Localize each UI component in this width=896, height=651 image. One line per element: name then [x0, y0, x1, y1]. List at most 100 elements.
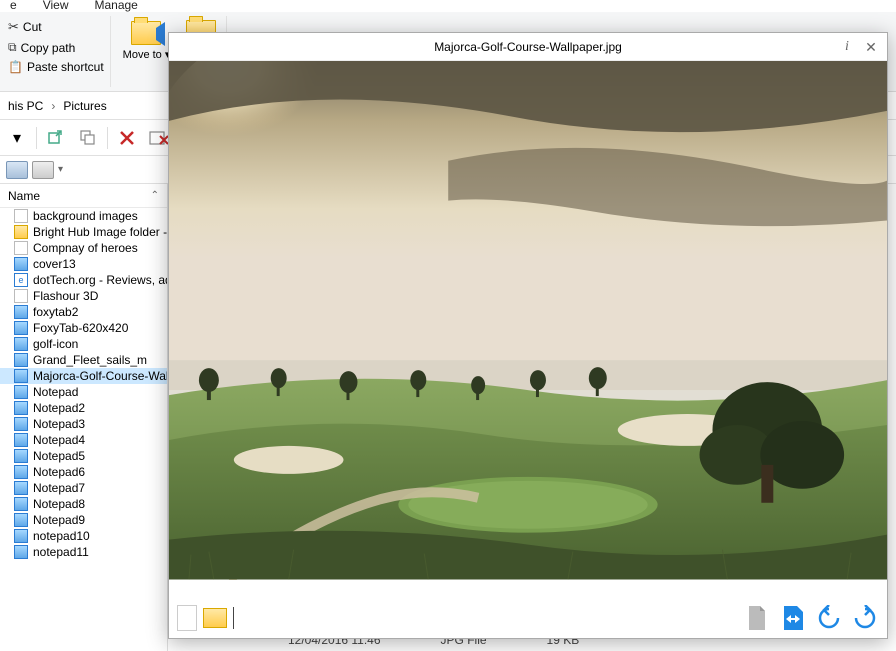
file-name: Notepad5	[33, 449, 85, 463]
file-row[interactable]: Notepad3	[0, 416, 167, 432]
file-row[interactable]: Compnay of heroes	[0, 240, 167, 256]
sort-chevron-icon: ⌃	[151, 190, 159, 201]
file-row[interactable]: notepad11	[0, 544, 167, 560]
name-header-label: Name	[8, 189, 40, 203]
file-name: Notepad4	[33, 433, 85, 447]
file-row[interactable]: background images	[0, 208, 167, 224]
img-file-icon	[14, 385, 28, 399]
file-row[interactable]: Majorca-Golf-Course-Wall	[0, 368, 167, 384]
paste-shortcut-button[interactable]: 📋 Paste shortcut	[6, 59, 106, 75]
file-row[interactable]: Notepad6	[0, 464, 167, 480]
txt-file-icon	[14, 289, 28, 303]
preview-image	[169, 61, 887, 598]
file-row[interactable]: FoxyTab-620x420	[0, 320, 167, 336]
txt-file-icon	[14, 209, 28, 223]
file-row[interactable]: Notepad2	[0, 400, 167, 416]
file-name: cover13	[33, 257, 76, 271]
file-row[interactable]: edotTech.org - Reviews, adv	[0, 272, 167, 288]
file-row[interactable]: Notepad9	[0, 512, 167, 528]
file-name: Grand_Fleet_sails_m	[33, 353, 147, 367]
copy-path-button[interactable]: ⧉ Copy path	[6, 39, 106, 56]
cut-button[interactable]: ✂ Cut	[6, 18, 106, 36]
file-name: Notepad9	[33, 513, 85, 527]
file-row[interactable]: Grand_Fleet_sails_m	[0, 352, 167, 368]
file-name: Notepad3	[33, 417, 85, 431]
file-row[interactable]: cover13	[0, 256, 167, 272]
file-row[interactable]: Notepad5	[0, 448, 167, 464]
golf-course-image	[169, 61, 887, 580]
tab-view[interactable]: View	[43, 0, 69, 12]
file-name: Notepad7	[33, 481, 85, 495]
img-file-icon	[14, 449, 28, 463]
breadcrumb-pictures[interactable]: Pictures	[59, 97, 110, 115]
file-list: background imagesBright Hub Image folder…	[0, 208, 167, 560]
img-file-icon	[14, 497, 28, 511]
img-file-icon	[14, 369, 28, 383]
scissors-icon: ✂	[8, 19, 19, 35]
folder-file-icon	[14, 225, 28, 239]
file-name: FoxyTab-620x420	[33, 321, 128, 335]
preview-window: Majorca-Golf-Course-Wallpaper.jpg i ✕	[168, 32, 888, 639]
separator	[36, 127, 37, 149]
folder-icon[interactable]	[203, 608, 227, 628]
ribbon-tabs: e View Manage	[0, 0, 896, 12]
rotate-right-icon[interactable]	[851, 604, 879, 632]
file-name: Majorca-Golf-Course-Wall	[33, 369, 167, 383]
drive-icon[interactable]	[32, 161, 54, 179]
copy-path-icon: ⧉	[8, 40, 17, 55]
file-type-icon[interactable]	[177, 605, 197, 631]
separator	[107, 127, 108, 149]
info-button[interactable]: i	[837, 37, 857, 57]
file-row[interactable]: notepad10	[0, 528, 167, 544]
rotate-left-icon[interactable]	[815, 604, 843, 632]
clipboard-group: ✂ Cut ⧉ Copy path 📋 Paste shortcut	[2, 16, 111, 87]
img-file-icon	[14, 513, 28, 527]
txt-file-icon	[14, 241, 28, 255]
img-file-icon	[14, 417, 28, 431]
file-row[interactable]: Notepad4	[0, 432, 167, 448]
paste-shortcut-icon: 📋	[8, 60, 23, 74]
copy-path-label: Copy path	[21, 41, 76, 55]
tool-button-2[interactable]	[75, 125, 101, 151]
preview-titlebar: Majorca-Golf-Course-Wallpaper.jpg i ✕	[169, 33, 887, 61]
move-arrow-icon	[156, 28, 165, 40]
tab-manage[interactable]: Manage	[94, 0, 137, 12]
file-row[interactable]: Notepad7	[0, 480, 167, 496]
close-button[interactable]: ✕	[861, 37, 881, 57]
file-name: Flashour 3D	[33, 289, 98, 303]
move-to-button[interactable]: Move to ▾	[119, 18, 175, 85]
img-file-icon	[14, 257, 28, 271]
img-file-icon	[14, 529, 28, 543]
img-file-icon	[14, 353, 28, 367]
file-row[interactable]: foxytab2	[0, 304, 167, 320]
delete-button[interactable]	[114, 125, 140, 151]
file-row[interactable]: Notepad8	[0, 496, 167, 512]
breadcrumb-pc[interactable]: his PC	[4, 97, 47, 115]
file-name: Notepad8	[33, 497, 85, 511]
file-row[interactable]: Bright Hub Image folder -	[0, 224, 167, 240]
cut-label: Cut	[23, 20, 42, 34]
img-file-icon	[14, 465, 28, 479]
fit-width-icon[interactable]	[779, 604, 807, 632]
drive-chevron[interactable]: ▾	[58, 164, 63, 175]
text-cursor	[233, 607, 234, 629]
file-row[interactable]: golf-icon	[0, 336, 167, 352]
drive-icon[interactable]	[6, 161, 28, 179]
tab-file[interactable]: e	[10, 0, 17, 12]
preview-toolbar	[169, 598, 887, 638]
img-file-icon	[14, 305, 28, 319]
name-column-header[interactable]: Name ⌃	[0, 184, 167, 208]
dropdown-button[interactable]: ▾	[4, 125, 30, 151]
file-name: notepad11	[33, 545, 89, 559]
img-file-icon	[14, 545, 28, 559]
paste-shortcut-label: Paste shortcut	[27, 60, 104, 74]
img-file-icon	[14, 433, 28, 447]
document-icon[interactable]	[743, 604, 771, 632]
file-row[interactable]: Notepad	[0, 384, 167, 400]
img-file-icon	[14, 401, 28, 415]
chevron-right-icon: ›	[51, 99, 55, 113]
tool-button-1[interactable]	[43, 125, 69, 151]
file-row[interactable]: Flashour 3D	[0, 288, 167, 304]
file-name: background images	[33, 209, 138, 223]
file-name: golf-icon	[33, 337, 78, 351]
